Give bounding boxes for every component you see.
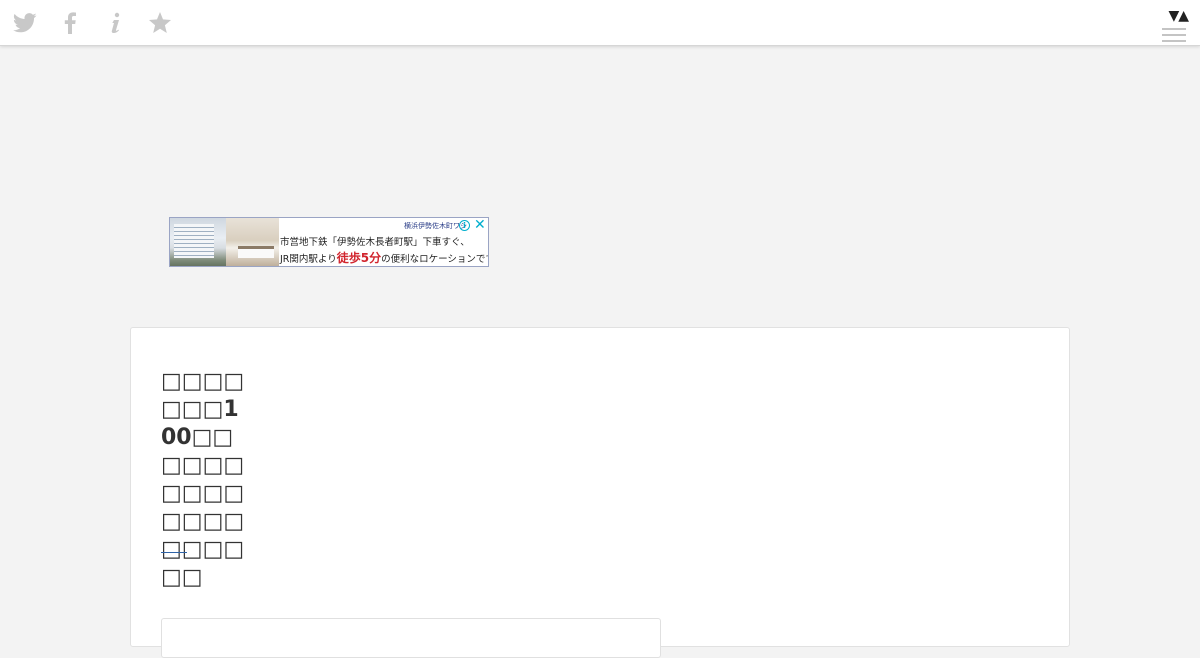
hamburger-icon[interactable] [1160,28,1188,42]
ad-line2-suffix: の便利なロケーションです。 [381,254,488,265]
ad-close-icon[interactable]: ✕ [474,218,486,232]
title-underline [161,552,187,553]
top-toolbar: ▼▲ [0,0,1200,46]
banner-ad[interactable]: 横浜伊勢佐木町ワシ i ✕ 市営地下鉄「伊勢佐木長者町駅」下車すぐ、 JR関内駅… [169,217,489,267]
content-box [161,618,661,658]
article-card: □□□□□□□100□□□□□□□□□□□□□□□□□□□□ [130,327,1070,658]
star-icon[interactable] [147,10,173,36]
sort-arrows-icon[interactable]: ▼▲ [1160,8,1189,24]
article-title: □□□□□□□100□□□□□□□□□□□□□□□□□□□□ [161,369,245,590]
ad-brand: 横浜伊勢佐木町ワシ [404,222,467,230]
info-icon[interactable] [102,10,128,36]
ad-highlight: 徒歩5分 [336,251,382,265]
ad-building-image [170,218,226,266]
ad-info-icon[interactable]: i [459,220,470,231]
ad-line2-prefix: JR関内駅より [280,254,337,265]
social-share-bar [12,10,192,36]
ad-text-line1: 市営地下鉄「伊勢佐木長者町駅」下車すぐ、 [280,237,470,248]
page-controls: ▼▲ [1160,8,1189,46]
facebook-icon[interactable] [57,10,83,36]
ad-text-line2: JR関内駅より徒歩5分の便利なロケーションです。 [280,249,488,266]
twitter-icon[interactable] [12,10,38,36]
ad-room-image [226,218,279,266]
